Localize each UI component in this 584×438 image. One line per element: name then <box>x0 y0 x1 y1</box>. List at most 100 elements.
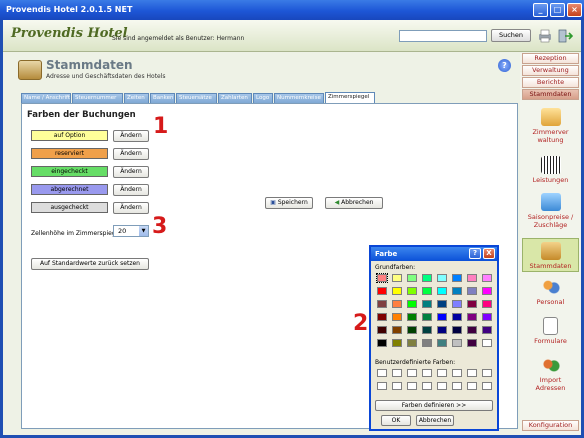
custom-color-swatch[interactable] <box>467 382 477 390</box>
custom-color-swatch[interactable] <box>392 369 402 377</box>
color-swatch[interactable] <box>482 300 492 308</box>
nav-formulare[interactable]: Formulare <box>522 317 579 345</box>
sidebar-item-berichte[interactable]: Berichte <box>522 77 579 88</box>
custom-color-swatch[interactable] <box>377 382 387 390</box>
save-button[interactable]: ▣ Speichern <box>265 197 313 209</box>
cancel-button[interactable]: ◀ Abbrechen <box>325 197 383 209</box>
custom-color-swatch[interactable] <box>437 369 447 377</box>
color-swatch[interactable] <box>392 287 402 295</box>
color-swatch[interactable] <box>377 287 387 295</box>
color-swatch[interactable] <box>452 300 462 308</box>
color-swatch[interactable] <box>437 339 447 347</box>
color-swatch[interactable] <box>422 313 432 321</box>
color-swatch[interactable] <box>452 274 462 282</box>
sidebar-item-stammdaten[interactable]: Stammdaten <box>522 89 579 100</box>
cell-height-select[interactable]: 20 ▼ <box>113 225 149 237</box>
sidebar-item-verwaltung[interactable]: Verwaltung <box>522 65 579 76</box>
custom-color-swatch[interactable] <box>482 369 492 377</box>
color-swatch[interactable] <box>407 274 417 282</box>
color-swatch[interactable] <box>482 339 492 347</box>
color-swatch[interactable] <box>452 339 462 347</box>
color-swatch[interactable] <box>452 287 462 295</box>
color-swatch[interactable] <box>392 326 402 334</box>
search-button[interactable]: Suchen <box>491 29 531 42</box>
change-button-auf-option[interactable]: Ändern <box>113 130 149 142</box>
custom-color-swatch[interactable] <box>452 369 462 377</box>
exit-icon[interactable] <box>557 29 573 43</box>
sidebar-item-rezeption[interactable]: Rezeption <box>522 53 579 64</box>
nav-saisonpreise[interactable]: Saisonpreise / Zuschläge <box>522 193 579 229</box>
nav-import-adressen[interactable]: Import Adressen <box>522 356 579 392</box>
color-swatch[interactable] <box>437 326 447 334</box>
tab-name-anschrift[interactable]: Name / Anschrift <box>21 93 71 103</box>
color-swatch[interactable] <box>437 287 447 295</box>
nav-personal[interactable]: Personal <box>522 278 579 306</box>
sidebar-item-konfiguration[interactable]: Konfiguration <box>522 420 579 431</box>
print-icon[interactable] <box>537 29 553 43</box>
color-swatch[interactable] <box>482 287 492 295</box>
color-swatch[interactable] <box>467 313 477 321</box>
custom-color-swatch[interactable] <box>482 382 492 390</box>
help-icon[interactable]: ? <box>469 248 481 259</box>
close-icon[interactable]: × <box>567 3 582 17</box>
color-swatch[interactable] <box>467 326 477 334</box>
tab-banken[interactable]: Banken <box>150 93 175 103</box>
color-swatch[interactable] <box>467 300 477 308</box>
custom-color-swatch[interactable] <box>407 382 417 390</box>
color-swatch[interactable] <box>407 313 417 321</box>
custom-color-swatch[interactable] <box>377 369 387 377</box>
color-swatch[interactable] <box>467 274 477 282</box>
color-swatch[interactable] <box>407 326 417 334</box>
color-swatch[interactable] <box>422 339 432 347</box>
color-swatch[interactable] <box>482 313 492 321</box>
tab-logo[interactable]: Logo <box>253 93 273 103</box>
nav-stammdaten[interactable]: Stammdaten <box>522 238 579 272</box>
nav-leistungen[interactable]: Leistungen <box>522 156 579 184</box>
tab-zeiten[interactable]: Zeiten <box>124 93 149 103</box>
custom-color-swatch[interactable] <box>407 369 417 377</box>
chevron-down-icon[interactable]: ▼ <box>139 226 148 236</box>
color-swatch[interactable] <box>376 273 388 283</box>
maximize-icon[interactable]: □ <box>550 3 565 17</box>
change-button-ausgecheckt[interactable]: Ändern <box>113 202 149 214</box>
color-swatch[interactable] <box>467 287 477 295</box>
ok-button[interactable]: OK <box>381 415 411 426</box>
custom-color-swatch[interactable] <box>422 382 432 390</box>
custom-color-swatch[interactable] <box>437 382 447 390</box>
custom-color-swatch[interactable] <box>452 382 462 390</box>
color-swatch[interactable] <box>482 326 492 334</box>
color-swatch[interactable] <box>407 339 417 347</box>
color-swatch[interactable] <box>422 274 432 282</box>
color-swatch[interactable] <box>422 287 432 295</box>
color-swatch[interactable] <box>377 326 387 334</box>
change-button-reserviert[interactable]: Ändern <box>113 148 149 160</box>
color-swatch[interactable] <box>407 300 417 308</box>
help-icon[interactable]: ? <box>498 59 511 72</box>
custom-color-swatch[interactable] <box>467 369 477 377</box>
nav-zimmerverwaltung[interactable]: Zimmerverwaltung <box>522 108 579 144</box>
color-swatch[interactable] <box>437 300 447 308</box>
color-swatch[interactable] <box>392 313 402 321</box>
change-button-eingecheckt[interactable]: Ändern <box>113 166 149 178</box>
dialog-cancel-button[interactable]: Abbrechen <box>416 415 454 426</box>
define-colors-button[interactable]: Farben definieren >> <box>375 400 493 411</box>
custom-color-swatch[interactable] <box>422 369 432 377</box>
color-swatch[interactable] <box>452 313 462 321</box>
color-swatch[interactable] <box>467 339 477 347</box>
color-swatch[interactable] <box>422 300 432 308</box>
color-swatch[interactable] <box>392 274 402 282</box>
tab-nummernkreise[interactable]: Nummernkreise <box>274 93 324 103</box>
color-swatch[interactable] <box>482 274 492 282</box>
color-swatch[interactable] <box>377 313 387 321</box>
color-swatch[interactable] <box>377 300 387 308</box>
reset-defaults-button[interactable]: Auf Standardwerte zurück setzen <box>31 258 149 270</box>
color-swatch[interactable] <box>377 339 387 347</box>
color-swatch[interactable] <box>437 313 447 321</box>
minimize-icon[interactable]: _ <box>533 3 548 17</box>
tab-steuersaetze[interactable]: Steuersätze <box>176 93 217 103</box>
color-swatch[interactable] <box>392 300 402 308</box>
tab-steuernummer[interactable]: Steuernummer <box>72 93 123 103</box>
close-icon[interactable]: X <box>483 248 495 259</box>
color-swatch[interactable] <box>437 274 447 282</box>
color-swatch[interactable] <box>407 287 417 295</box>
